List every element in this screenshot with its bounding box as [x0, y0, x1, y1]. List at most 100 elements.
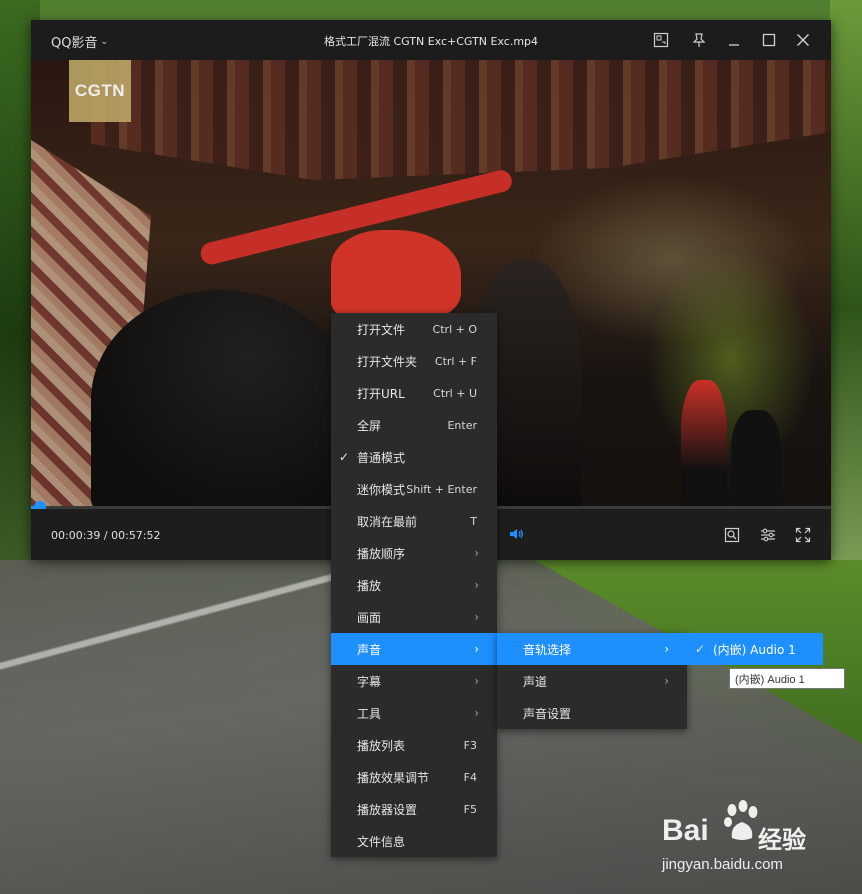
paw-icon	[724, 800, 758, 840]
channel-logo: CGTN	[69, 60, 131, 122]
sound-submenu: 音轨选择 › 声道 › 声音设置	[497, 633, 687, 729]
video-scene-background-male-dancer	[731, 410, 781, 508]
context-menu-item[interactable]: 字幕 ›	[331, 665, 497, 697]
pin-icon	[692, 33, 706, 47]
context-menu-item-label: 工具	[357, 706, 382, 721]
title-bar[interactable]: QQ影音 ⌄ 格式工厂混流 CGTN Exc+CGTN Exc.mp4	[31, 20, 831, 60]
chevron-right-icon: ›	[664, 642, 669, 656]
effects-settings-button[interactable]	[759, 526, 777, 544]
context-menu-item-label: 打开URL	[357, 386, 405, 401]
screenshot-mode-button[interactable]	[651, 30, 671, 50]
minimize-button[interactable]	[724, 30, 744, 50]
context-menu-item-label: 全屏	[357, 418, 382, 433]
screenshot-button[interactable]	[723, 526, 741, 544]
fullscreen-icon	[795, 527, 811, 543]
context-menu-item-label: 打开文件夹	[357, 354, 418, 369]
context-menu-item[interactable]: 打开URL Ctrl + U	[331, 377, 497, 409]
file-title: 格式工厂混流 CGTN Exc+CGTN Exc.mp4	[323, 35, 539, 48]
close-button[interactable]	[793, 30, 813, 50]
chevron-right-icon: ›	[474, 674, 479, 688]
context-menu-item-shortcut: T	[470, 514, 477, 528]
sound-submenu-item-label: 音轨选择	[523, 642, 572, 657]
sliders-icon	[761, 528, 775, 542]
pin-on-top-button[interactable]	[689, 30, 709, 50]
context-menu: 打开文件 Ctrl + O 打开文件夹 Ctrl + F 打开URL Ctrl + U 全屏…	[331, 313, 497, 857]
sound-submenu-item-label: 声道	[523, 674, 548, 689]
context-menu-item[interactable]: 播放顺序 ›	[331, 537, 497, 569]
context-menu-item-label: 播放列表	[357, 738, 406, 753]
context-menu-item[interactable]: 打开文件 Ctrl + O	[331, 313, 497, 345]
video-scene-background-dancer	[681, 380, 727, 508]
watermark-url: jingyan.baidu.com	[662, 856, 783, 873]
chevron-right-icon: ›	[474, 642, 479, 656]
context-menu-item-label: 播放器设置	[357, 802, 418, 817]
watermark-brand-cn: 经验	[758, 826, 806, 854]
chevron-right-icon: ›	[474, 578, 479, 592]
context-menu-item-shortcut: Enter	[447, 418, 477, 432]
context-menu-item[interactable]: 文件信息	[331, 825, 497, 857]
volume-button[interactable]	[509, 527, 525, 544]
tooltip: (内嵌) Audio 1	[729, 668, 845, 689]
audio-track-submenu-item[interactable]: ✓ (内嵌) Audio 1	[687, 633, 823, 665]
video-scene-dancer	[331, 230, 461, 320]
chevron-right-icon: ›	[474, 706, 479, 720]
context-menu-item-shortcut: Ctrl + O	[432, 322, 477, 336]
close-icon	[797, 34, 809, 46]
audio-track-submenu: ✓ (内嵌) Audio 1	[687, 633, 823, 665]
context-menu-item-shortcut: F4	[463, 770, 477, 784]
context-menu-item[interactable]: 播放 ›	[331, 569, 497, 601]
context-menu-item-label: 字幕	[357, 674, 382, 689]
baidu-jingyan-watermark: Bai 经验 jingyan.baidu.com	[660, 800, 860, 880]
context-menu-item-shortcut: F3	[463, 738, 477, 752]
context-menu-item-label: 播放	[357, 578, 382, 593]
checkmark-icon: ✓	[338, 450, 350, 464]
maximize-icon	[762, 33, 776, 47]
context-menu-item-label: 播放效果调节	[357, 770, 430, 785]
sound-submenu-item-label: 声音设置	[523, 706, 572, 721]
sound-submenu-item[interactable]: 音轨选择 ›	[497, 633, 687, 665]
context-menu-item[interactable]: 工具 ›	[331, 697, 497, 729]
context-menu-item-shortcut: Ctrl + F	[434, 354, 477, 368]
checkmark-icon: ✓	[694, 642, 706, 656]
sound-submenu-item[interactable]: 声音设置	[497, 697, 687, 729]
context-menu-item[interactable]: 打开文件夹 Ctrl + F	[331, 345, 497, 377]
chevron-down-icon: ⌄	[100, 36, 109, 47]
maximize-button[interactable]	[759, 30, 779, 50]
context-menu-item-label: 文件信息	[357, 834, 406, 849]
context-menu-item[interactable]: 播放效果调节 F4	[331, 761, 497, 793]
context-menu-item-label: 迷你模式	[357, 482, 406, 497]
watermark-brand: Bai	[662, 814, 709, 847]
chevron-right-icon: ›	[664, 674, 669, 688]
speaker-icon	[510, 529, 523, 539]
current-time: 00:00:39	[51, 529, 101, 542]
app-menu-button[interactable]: QQ影音 ⌄	[51, 32, 108, 51]
context-menu-item[interactable]: 全屏 Enter	[331, 409, 497, 441]
context-menu-item[interactable]: 画面 ›	[331, 601, 497, 633]
wallpaper-trees-right	[830, 0, 862, 560]
app-name: QQ影音	[51, 36, 98, 51]
video-scene-ceiling	[91, 60, 831, 180]
context-menu-item[interactable]: 播放器设置 F5	[331, 793, 497, 825]
context-menu-item-shortcut: F5	[463, 802, 477, 816]
context-menu-item[interactable]: 迷你模式 Shift + Enter	[331, 473, 497, 505]
context-menu-item-label: 打开文件	[357, 322, 406, 337]
video-scene-skirt	[91, 290, 351, 508]
picture-frame-icon	[653, 32, 669, 48]
audio-track-submenu-item-label: (内嵌) Audio 1	[713, 642, 796, 657]
fullscreen-button[interactable]	[794, 526, 812, 544]
zoom-search-icon	[724, 527, 740, 543]
context-menu-item[interactable]: 取消在最前 T	[331, 505, 497, 537]
chevron-right-icon: ›	[474, 546, 479, 560]
context-menu-item[interactable]: 声音 ›	[331, 633, 497, 665]
total-time: 00:57:52	[111, 529, 161, 542]
context-menu-item-label: 取消在最前	[357, 514, 418, 529]
minimize-icon	[729, 44, 739, 46]
context-menu-item[interactable]: ✓ 普通模式	[331, 441, 497, 473]
sound-submenu-item[interactable]: 声道 ›	[497, 665, 687, 697]
context-menu-item-label: 播放顺序	[357, 546, 406, 561]
chevron-right-icon: ›	[474, 610, 479, 624]
context-menu-item[interactable]: 播放列表 F3	[331, 729, 497, 761]
time-display: 00:00:39 / 00:57:52	[51, 529, 161, 542]
context-menu-item-label: 画面	[357, 610, 382, 625]
time-separator: /	[100, 529, 112, 542]
